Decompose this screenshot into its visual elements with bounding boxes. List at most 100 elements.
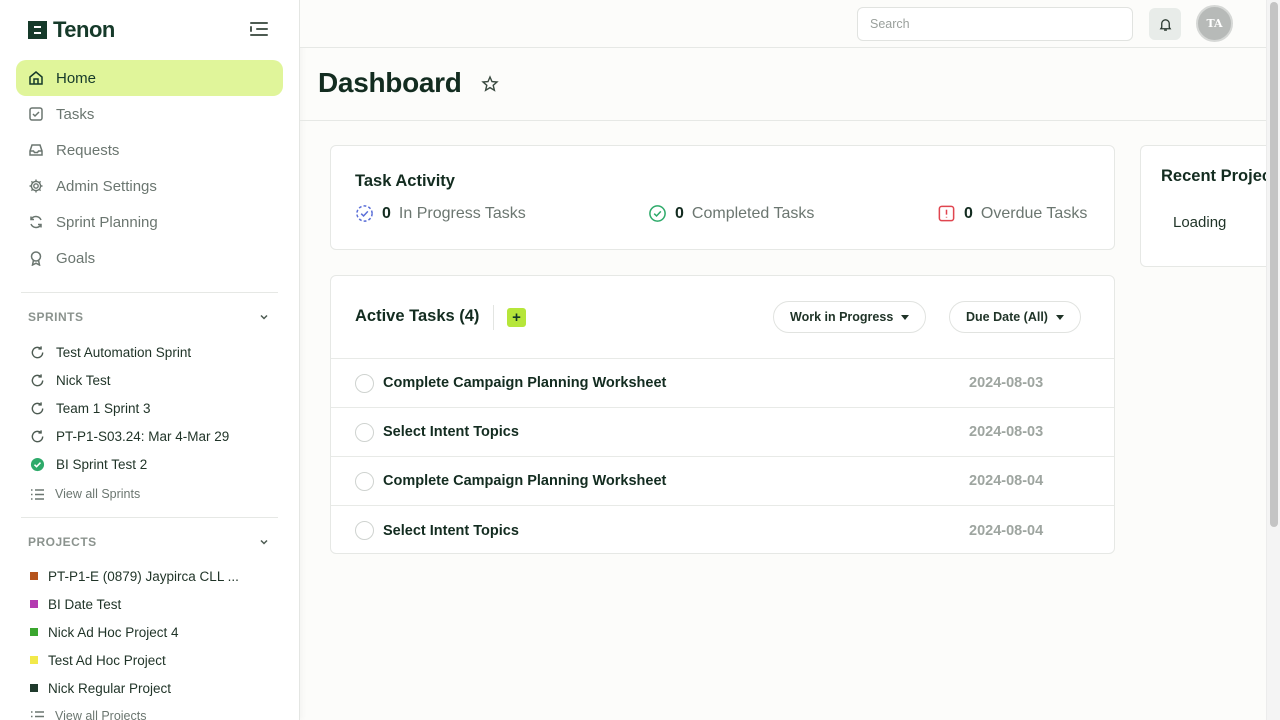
project-color-swatch [30,684,38,692]
sprint-list: Test Automation Sprint Nick Test Team 1 … [30,338,229,510]
nav-label-sprint-planning: Sprint Planning [56,213,158,231]
in-progress-stat[interactable]: 0 In Progress Tasks [355,204,526,223]
chevron-down-icon[interactable] [258,536,270,548]
task-check-icon [28,106,44,122]
task-row[interactable]: Select Intent Topics 2024-08-04 [331,506,1114,555]
projects-section-header[interactable]: PROJECTS [28,535,270,549]
due-date-filter-dropdown[interactable]: Due Date (All) [949,301,1081,333]
task-due-date: 2024-08-04 [969,522,1044,539]
nav-label-requests: Requests [56,141,120,159]
notifications-button[interactable] [1149,8,1181,40]
project-item[interactable]: Nick Regular Project [30,674,239,702]
status-filter-label: Work in Progress [790,310,894,324]
overdue-count: 0 [964,204,973,222]
task-row[interactable]: Complete Campaign Planning Worksheet 202… [331,359,1114,408]
recent-projects-card: Recent Projects Loading [1140,145,1280,267]
project-item[interactable]: Nick Ad Hoc Project 4 [30,618,239,646]
project-color-swatch [30,656,38,664]
in-progress-count: 0 [382,204,391,222]
completed-stat[interactable]: 0 Completed Tasks [648,204,814,223]
task-checkbox[interactable] [355,422,374,442]
task-checkbox[interactable] [355,521,374,540]
sprint-item[interactable]: PT-P1-S03.24: Mar 4-Mar 29 [30,422,229,450]
brand-name: Tenon [53,17,115,42]
avatar[interactable]: TA [1196,5,1233,42]
project-label: Nick Regular Project [48,680,172,696]
nav-item-requests[interactable]: Requests [16,132,283,168]
project-color-swatch [30,600,38,608]
in-progress-label: In Progress Tasks [398,204,526,222]
nav-item-sprint-planning[interactable]: Sprint Planning [16,204,283,240]
page-header: Dashboard [300,48,1266,121]
loading-text: Loading [1173,214,1227,231]
caret-down-icon [1055,314,1064,320]
overdue-stat[interactable]: 0 Overdue Tasks [937,204,1087,223]
check-circle-icon [649,205,666,222]
view-all-projects-label: View all Projects [55,709,147,720]
search-input[interactable] [857,7,1133,41]
nav-label-home: Home [56,69,97,87]
nav-item-home[interactable]: Home [16,60,283,96]
sprint-item[interactable]: Test Automation Sprint [30,338,229,366]
sprint-label: PT-P1-S03.24: Mar 4-Mar 29 [56,428,230,444]
active-tasks-header: Active Tasks (4) + Work in Progress Due … [331,276,1114,359]
sprint-item[interactable]: Nick Test [30,366,229,394]
project-item[interactable]: BI Date Test [30,590,239,618]
active-tasks-title: Active Tasks (4) [355,307,480,325]
collapse-sidebar-icon[interactable] [250,22,268,36]
task-row[interactable]: Complete Campaign Planning Worksheet 202… [331,457,1114,506]
projects-heading: PROJECTS [28,535,97,549]
alert-square-icon [938,205,955,222]
task-checkbox[interactable] [355,471,374,491]
project-item[interactable]: Test Ad Hoc Project [30,646,239,674]
view-all-projects-link[interactable]: View all Projects [30,702,239,720]
task-due-date: 2024-08-03 [969,375,1044,391]
recent-projects-title: Recent Projects [1161,167,1280,185]
sprint-item[interactable]: Team 1 Sprint 3 [30,394,229,422]
chevron-down-icon[interactable] [258,311,270,323]
sprint-item[interactable]: BI Sprint Test 2 [30,450,229,478]
sprint-label: Nick Test [56,372,111,388]
sprint-label: Team 1 Sprint 3 [56,400,151,416]
divider [493,305,494,330]
nav-item-tasks[interactable]: Tasks [16,96,283,132]
sprints-section-header[interactable]: SPRINTS [28,310,270,324]
view-all-sprints-link[interactable]: View all Sprints [30,478,229,510]
brand-logo[interactable]: Tenon [28,17,115,43]
task-checkbox[interactable] [355,373,374,393]
task-name[interactable]: Select Intent Topics [383,424,519,440]
add-task-button[interactable]: + [507,308,526,327]
project-list: PT-P1-E (0879) Jaypirca CLL ... BI Date … [30,562,239,720]
list-icon [31,488,44,500]
task-name[interactable]: Select Intent Topics [383,523,519,539]
task-name[interactable]: Complete Campaign Planning Worksheet [383,375,666,391]
sprint-label: Test Automation Sprint [56,344,192,360]
refresh-icon [31,373,44,386]
star-icon[interactable] [481,75,499,93]
refresh-icon [31,429,44,442]
task-name[interactable]: Complete Campaign Planning Worksheet [383,473,666,489]
project-item[interactable]: PT-P1-E (0879) Jaypirca CLL ... [30,562,239,590]
sync-icon [28,214,44,230]
task-activity-title: Task Activity [355,172,455,190]
page-scrollbar[interactable] [1266,0,1280,720]
active-tasks-card: Active Tasks (4) + Work in Progress Due … [330,275,1115,554]
top-bar: TA [300,0,1266,48]
bell-icon [1159,18,1171,31]
project-label: Nick Ad Hoc Project 4 [48,624,179,640]
project-color-swatch [30,572,38,580]
award-icon [28,250,44,266]
task-row[interactable]: Select Intent Topics 2024-08-03 [331,408,1114,457]
nav-item-admin-settings[interactable]: Admin Settings [16,168,283,204]
scrollbar-thumb[interactable] [1270,2,1278,527]
nav-item-goals[interactable]: Goals [16,240,283,276]
project-label: Test Ad Hoc Project [48,652,166,668]
task-due-date: 2024-08-03 [969,424,1044,440]
divider [21,292,278,293]
page-title: Dashboard [318,67,462,98]
check-circle-icon [30,457,45,471]
overdue-label: Overdue Tasks [980,204,1088,222]
sprints-heading: SPRINTS [28,310,84,324]
caret-down-icon [901,314,910,320]
status-filter-dropdown[interactable]: Work in Progress [773,301,927,333]
